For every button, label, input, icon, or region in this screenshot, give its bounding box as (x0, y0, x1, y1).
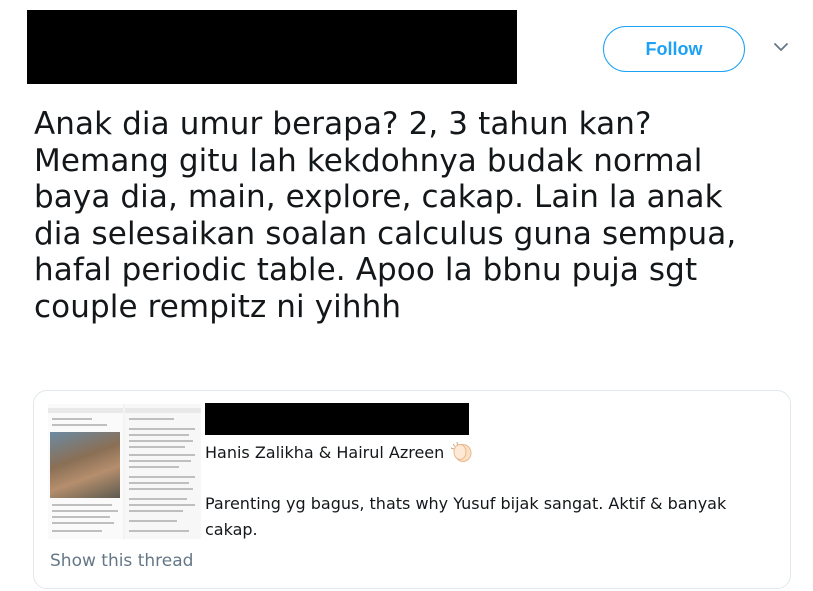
thumbnail-text-line (129, 454, 195, 456)
thumbnail-screenshot-left (48, 404, 123, 539)
thumbnail-text-line (52, 504, 112, 506)
thumbnail-text-line (129, 440, 193, 442)
thumbnail-text-line (129, 434, 189, 436)
show-thread-link[interactable]: Show this thread (50, 551, 193, 571)
quoted-tweet-thumbnail (48, 404, 201, 539)
tweet-text-line: dia selesaikan soalan calculus guna semp… (34, 215, 737, 252)
thumbnail-text-line (129, 520, 177, 522)
thumbnail-text-line (129, 466, 179, 468)
thumbnail-text-line (129, 530, 189, 532)
tweet-text-line: Anak dia umur berapa? 2, 3 tahun kan? (34, 106, 652, 142)
quoted-tweet-author: Hanis Zalikha & Hairul Azreen (205, 441, 474, 463)
quoted-tweet-card[interactable]: Hanis Zalikha & Hairul Azreen Parenting … (33, 390, 791, 589)
thumbnail-text-line (129, 446, 185, 448)
thumbnail-text-line (129, 428, 195, 430)
tweet-text-line: Memang gitu lah kekdohnya budak normal (34, 142, 703, 179)
quoted-tweet-text: Parenting yg bagus, thats why Yusuf bija… (205, 494, 727, 539)
thumbnail-text-line (129, 498, 187, 500)
thumbnail-status-bar (125, 408, 201, 413)
redacted-quoted-user (205, 403, 469, 435)
thumbnail-text-line (129, 510, 183, 512)
thumbnail-text-line (129, 418, 174, 420)
tweet-text: Anak dia umur berapa? 2, 3 tahun kan? Me… (34, 106, 804, 325)
thumbnail-text-line (52, 424, 107, 426)
tweet-text-line: couple rempitz ni yihhh (34, 288, 402, 325)
chevron-down-icon[interactable] (772, 40, 790, 54)
thumbnail-text-line (129, 482, 189, 484)
thumbnail-status-bar (48, 408, 123, 413)
quoted-tweet-author-name: Hanis Zalikha & Hairul Azreen (205, 442, 445, 462)
clapping-hands-icon (451, 441, 472, 462)
thumbnail-text-line (129, 460, 191, 462)
redacted-user-info (27, 10, 517, 84)
thumbnail-text-line (52, 516, 110, 518)
follow-button[interactable]: Follow (603, 26, 745, 72)
thumbnail-text-line (52, 418, 92, 420)
thumbnail-text-line (52, 522, 114, 524)
thumbnail-text-line (129, 476, 195, 478)
thumbnail-screenshot-right (125, 404, 201, 539)
tweet-text-line: hafal periodic table. Apoo la bbnu puja … (34, 252, 698, 288)
thumbnail-text-line (52, 530, 102, 532)
thumbnail-photo (50, 432, 120, 498)
thumbnail-text-line (129, 488, 193, 490)
tweet-text-line: baya dia, main, explore, cakap. Lain la … (34, 179, 723, 215)
thumbnail-text-line (52, 510, 118, 512)
thumbnail-text-line (129, 504, 195, 506)
